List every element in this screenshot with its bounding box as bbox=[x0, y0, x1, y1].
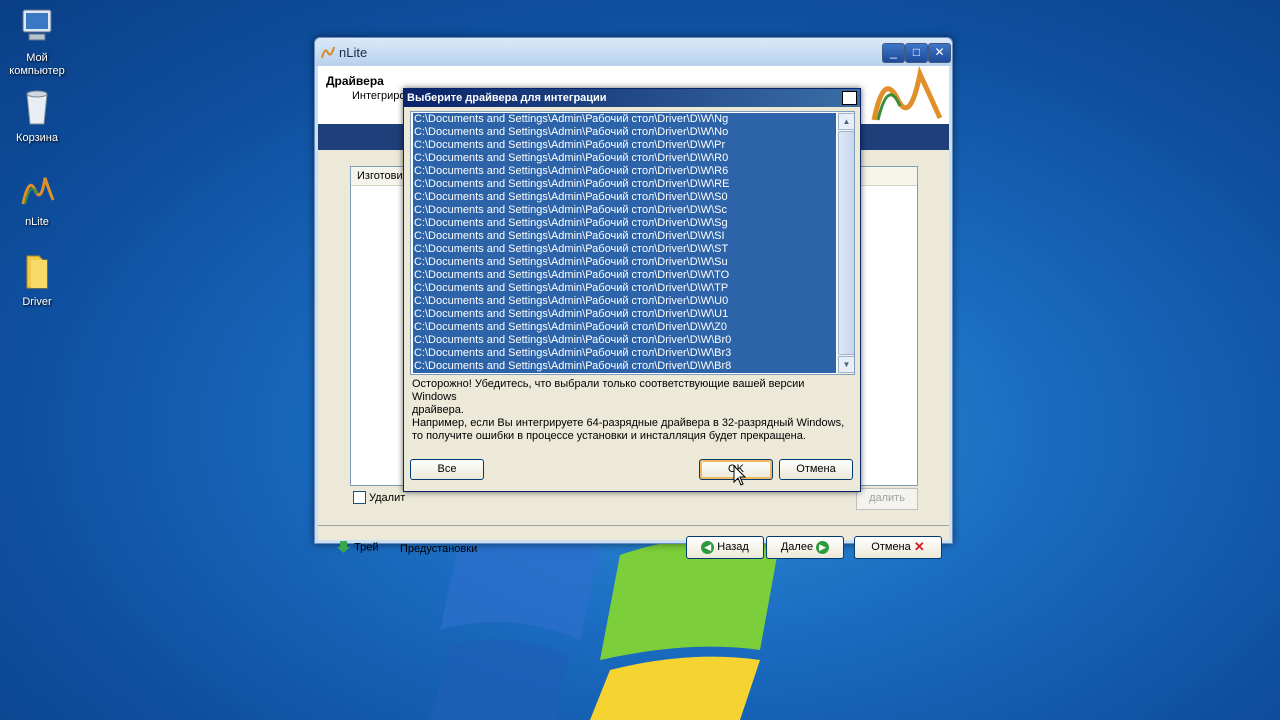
back-button[interactable]: ◀ Назад bbox=[686, 536, 764, 559]
driver-paths-items: C:\Documents and Settings\Admin\Рабочий … bbox=[413, 113, 836, 373]
list-item[interactable]: C:\Documents and Settings\Admin\Рабочий … bbox=[413, 282, 836, 295]
desktop-icon-label: Корзина bbox=[16, 132, 58, 144]
list-item[interactable]: C:\Documents and Settings\Admin\Рабочий … bbox=[413, 217, 836, 230]
page-title: Драйвера bbox=[326, 74, 384, 88]
desktop-icon-driver-folder[interactable]: Driver bbox=[4, 250, 70, 309]
cancel-button[interactable]: Отмена ✕ bbox=[854, 536, 942, 559]
my-computer-icon bbox=[22, 9, 52, 41]
list-item[interactable]: C:\Documents and Settings\Admin\Рабочий … bbox=[413, 126, 836, 139]
list-item[interactable]: C:\Documents and Settings\Admin\Рабочий … bbox=[413, 360, 836, 373]
minimize-button[interactable]: _ bbox=[882, 43, 905, 63]
desktop-icon-nlite[interactable]: nLite bbox=[4, 170, 70, 229]
driver-paths-list[interactable]: C:\Documents and Settings\Admin\Рабочий … bbox=[410, 111, 855, 375]
close-icon: ✕ bbox=[846, 94, 856, 106]
scroll-thumb[interactable] bbox=[838, 131, 854, 355]
dialog-cancel-button[interactable]: Отмена bbox=[779, 459, 853, 480]
tray-label: Трей bbox=[354, 541, 379, 554]
list-scrollbar[interactable]: ▲ ▼ bbox=[837, 112, 854, 374]
desktop-icon-recycle-bin[interactable]: Корзина bbox=[4, 86, 70, 145]
list-item[interactable]: C:\Documents and Settings\Admin\Рабочий … bbox=[413, 178, 836, 191]
warning-line: то получите ошибки в процессе установки … bbox=[412, 430, 806, 442]
select-drivers-dialog: Выберите драйвера для интеграции ✕ C:\Do… bbox=[403, 88, 861, 492]
maximize-icon: □ bbox=[912, 45, 921, 59]
list-item[interactable]: C:\Documents and Settings\Admin\Рабочий … bbox=[413, 347, 836, 360]
mouse-cursor-icon bbox=[733, 465, 747, 486]
arrow-right-icon: ▶ bbox=[816, 540, 830, 554]
list-item[interactable]: C:\Documents and Settings\Admin\Рабочий … bbox=[413, 269, 836, 282]
folder-icon bbox=[26, 255, 48, 289]
back-label: Назад bbox=[717, 541, 749, 553]
list-item[interactable]: C:\Documents and Settings\Admin\Рабочий … bbox=[413, 191, 836, 204]
tray-button[interactable]: Трей bbox=[336, 540, 379, 555]
tray-download-icon bbox=[337, 541, 350, 553]
scroll-up-icon[interactable]: ▲ bbox=[838, 113, 854, 130]
desktop-icon-label: Driver bbox=[22, 296, 52, 308]
main-window-title: nLite bbox=[339, 45, 368, 60]
main-window-title-bar[interactable]: nLite _ □ ✕ bbox=[315, 38, 952, 66]
remove-checkbox-label: Удалит bbox=[369, 491, 406, 504]
nlite-logo-icon bbox=[864, 66, 948, 124]
list-item[interactable]: C:\Documents and Settings\Admin\Рабочий … bbox=[413, 308, 836, 321]
presets-button[interactable]: Предустановки bbox=[400, 543, 477, 555]
list-item[interactable]: C:\Documents and Settings\Admin\Рабочий … bbox=[413, 295, 836, 308]
arrow-left-icon: ◀ bbox=[701, 540, 715, 554]
dialog-title-bar[interactable]: Выберите драйвера для интеграции ✕ bbox=[404, 89, 860, 107]
desktop-icon-label: nLite bbox=[25, 216, 49, 228]
next-label: Далее bbox=[780, 541, 814, 553]
desktop-icon-label: Мой компьютер bbox=[9, 52, 65, 77]
nlite-shortcut-icon bbox=[21, 177, 55, 205]
nlite-app-icon bbox=[321, 46, 335, 59]
list-item[interactable]: C:\Documents and Settings\Admin\Рабочий … bbox=[413, 256, 836, 269]
footer-divider bbox=[318, 525, 949, 526]
page-subtitle: Интегриро bbox=[352, 90, 406, 102]
minimize-icon: _ bbox=[890, 45, 897, 59]
warning-line: Например, если Вы интегрируете 64-разряд… bbox=[412, 417, 845, 429]
next-button[interactable]: Далее ▶ bbox=[766, 536, 844, 559]
maximize-button[interactable]: □ bbox=[905, 43, 928, 63]
desktop-icon-my-computer[interactable]: Мой компьютер bbox=[4, 6, 70, 78]
remove-checkbox[interactable] bbox=[353, 491, 366, 504]
list-item[interactable]: C:\Documents and Settings\Admin\Рабочий … bbox=[413, 113, 836, 126]
close-button[interactable]: ✕ bbox=[928, 43, 951, 63]
list-item[interactable]: C:\Documents and Settings\Admin\Рабочий … bbox=[413, 165, 836, 178]
select-all-label: Все bbox=[437, 463, 457, 475]
list-item[interactable]: C:\Documents and Settings\Admin\Рабочий … bbox=[413, 204, 836, 217]
delete-button-label: далить bbox=[869, 492, 905, 504]
list-item[interactable]: C:\Documents and Settings\Admin\Рабочий … bbox=[413, 334, 836, 347]
list-item[interactable]: C:\Documents and Settings\Admin\Рабочий … bbox=[413, 152, 836, 165]
list-item[interactable]: C:\Documents and Settings\Admin\Рабочий … bbox=[413, 321, 836, 334]
presets-label: Предустановки bbox=[400, 543, 478, 555]
column-header-manufacturer[interactable]: Изготови bbox=[357, 170, 403, 182]
cancel-x-icon: ✕ bbox=[913, 539, 925, 555]
list-item[interactable]: C:\Documents and Settings\Admin\Рабочий … bbox=[413, 230, 836, 243]
remove-checkbox-row[interactable]: Удалит bbox=[350, 491, 405, 504]
dialog-cancel-label: Отмена bbox=[796, 463, 836, 475]
list-item[interactable]: C:\Documents and Settings\Admin\Рабочий … bbox=[413, 139, 836, 152]
list-item[interactable]: C:\Documents and Settings\Admin\Рабочий … bbox=[413, 243, 836, 256]
warning-line: драйвера. bbox=[412, 404, 464, 416]
warning-line: Осторожно! Убедитесь, что выбрали только… bbox=[412, 378, 805, 403]
select-all-button[interactable]: Все bbox=[410, 459, 484, 480]
warning-text: Осторожно! Убедитесь, что выбрали только… bbox=[412, 378, 852, 443]
scroll-down-icon[interactable]: ▼ bbox=[838, 356, 854, 373]
recycle-bin-icon bbox=[26, 90, 48, 125]
dialog-title: Выберите драйвера для интеграции bbox=[407, 92, 607, 104]
cancel-label: Отмена bbox=[871, 541, 911, 553]
close-icon: ✕ bbox=[934, 45, 945, 59]
dialog-close-button[interactable]: ✕ bbox=[842, 91, 857, 106]
delete-button[interactable]: далить bbox=[856, 488, 918, 510]
